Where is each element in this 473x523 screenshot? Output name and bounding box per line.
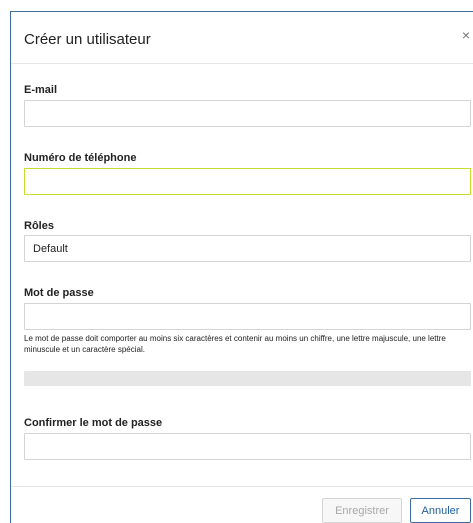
dialog-title: Créer un utilisateur xyxy=(24,31,151,48)
roles-select[interactable]: Default xyxy=(24,235,471,262)
roles-selected-value: Default xyxy=(33,242,68,255)
cancel-button[interactable]: Annuler xyxy=(410,498,471,523)
password-strength-bar xyxy=(24,371,471,386)
password-input[interactable] xyxy=(24,303,471,330)
footer-divider xyxy=(11,486,473,487)
password-help-text: Le mot de passe doit comporter au moins … xyxy=(24,334,446,354)
phone-input[interactable] xyxy=(24,168,471,195)
create-user-dialog: Créer un utilisateur × E-mail Numéro de … xyxy=(10,11,473,523)
email-label: E-mail xyxy=(24,84,58,96)
password-label: Mot de passe xyxy=(24,287,94,299)
close-icon[interactable]: × xyxy=(462,27,470,43)
confirm-password-label: Confirmer le mot de passe xyxy=(24,417,163,429)
roles-label: Rôles xyxy=(24,220,54,232)
dialog-header: Créer un utilisateur × xyxy=(11,12,473,64)
phone-label: Numéro de téléphone xyxy=(24,152,137,164)
confirm-password-input[interactable] xyxy=(24,433,471,460)
save-button[interactable]: Enregistrer xyxy=(322,498,402,523)
email-input[interactable] xyxy=(24,100,471,127)
